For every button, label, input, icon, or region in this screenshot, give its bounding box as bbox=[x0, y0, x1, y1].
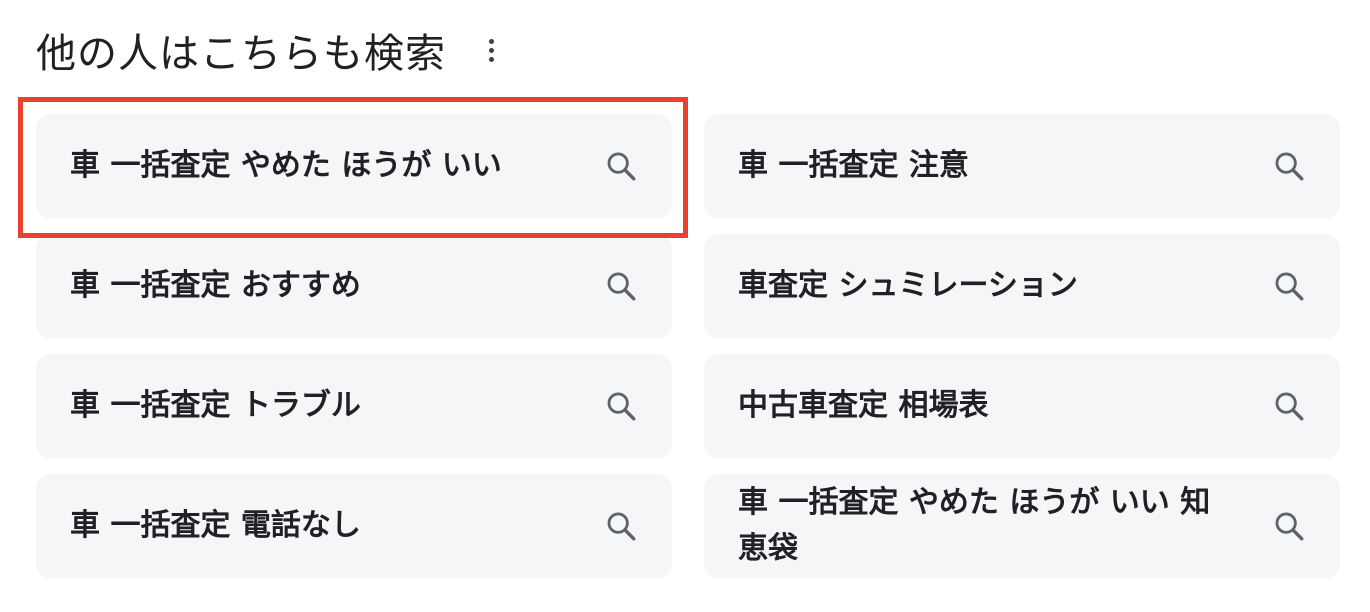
search-icon bbox=[1275, 152, 1304, 181]
suggestion-chip-2[interactable]: 車 一括査定 注意 bbox=[704, 114, 1340, 218]
suggestion-label: 車 一括査定 やめた ほうが いい 知恵袋 bbox=[738, 485, 1211, 566]
section-title: 他の人はこちらも検索 bbox=[36, 31, 446, 77]
more-vert-icon-dot bbox=[488, 56, 494, 62]
suggestion-label: 車査定 シュミレーション bbox=[738, 268, 1078, 303]
search-icon bbox=[1275, 512, 1304, 541]
suggestion-label: 車 一括査定 注意 bbox=[738, 148, 969, 183]
search-icon bbox=[607, 392, 636, 421]
suggestion-chip-6[interactable]: 中古車査定 相場表 bbox=[704, 354, 1340, 458]
suggestion-label: 車 一括査定 電話なし bbox=[70, 508, 361, 543]
suggestion-label: 車 一括査定 トラブル bbox=[70, 388, 361, 423]
related-searches-grid: 車 一括査定 やめた ほうが いい 車 一括査定 注意 車 一括査定 おすすめ … bbox=[36, 114, 1340, 578]
related-searches-header: 他の人はこちらも検索 bbox=[36, 20, 506, 80]
suggestion-chip-8[interactable]: 車 一括査定 やめた ほうが いい 知恵袋 bbox=[704, 474, 1340, 578]
suggestion-chip-1[interactable]: 車 一括査定 やめた ほうが いい bbox=[36, 114, 672, 218]
suggestion-chip-4[interactable]: 車査定 シュミレーション bbox=[704, 234, 1340, 338]
search-icon bbox=[607, 152, 636, 181]
more-vert-icon-dot bbox=[488, 47, 494, 53]
suggestion-label: 車 一括査定 やめた ほうが いい bbox=[70, 148, 502, 183]
suggestion-label: 中古車査定 相場表 bbox=[738, 388, 989, 423]
search-icon bbox=[607, 512, 636, 541]
search-icon bbox=[1275, 392, 1304, 421]
more-options-button[interactable] bbox=[476, 28, 506, 72]
suggestion-label: 車 一括査定 おすすめ bbox=[70, 268, 361, 303]
more-vert-icon-dot bbox=[488, 38, 494, 44]
search-icon bbox=[607, 272, 636, 301]
search-icon bbox=[1275, 272, 1304, 301]
suggestion-chip-7[interactable]: 車 一括査定 電話なし bbox=[36, 474, 672, 578]
suggestion-chip-5[interactable]: 車 一括査定 トラブル bbox=[36, 354, 672, 458]
suggestion-chip-3[interactable]: 車 一括査定 おすすめ bbox=[36, 234, 672, 338]
